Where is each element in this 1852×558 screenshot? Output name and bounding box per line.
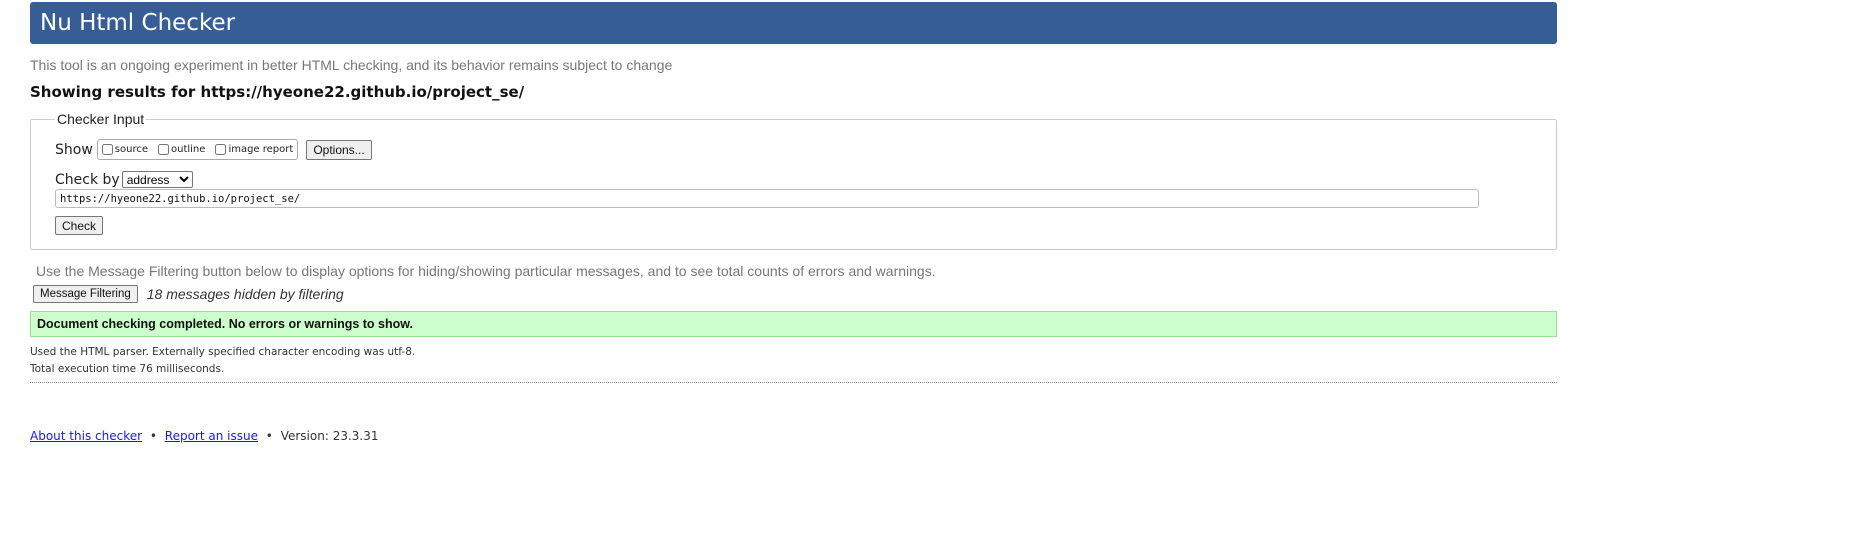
result-details: Used the HTML parser. Externally specifi… bbox=[30, 344, 1557, 383]
show-label: Show bbox=[55, 141, 93, 158]
source-option: source bbox=[101, 144, 148, 155]
image-report-option: image report bbox=[215, 144, 293, 155]
footer-separator: • bbox=[149, 429, 157, 443]
options-button[interactable]: Options... bbox=[306, 139, 372, 160]
outline-checkbox[interactable] bbox=[158, 144, 169, 155]
filtering-row: Message Filtering 18 messages hidden by … bbox=[33, 285, 1557, 303]
checker-input-fieldset: Checker Input Show source outline image … bbox=[30, 111, 1557, 250]
image-report-option-label: image report bbox=[228, 144, 294, 155]
footer: About this checker • Report an issue • V… bbox=[30, 429, 1557, 443]
outline-option-label: outline bbox=[171, 144, 206, 155]
tagline: This tool is an ongoing experiment in be… bbox=[30, 57, 673, 73]
footer-separator: • bbox=[265, 429, 273, 443]
source-checkbox[interactable] bbox=[101, 144, 113, 155]
about-checker-link[interactable]: About this checker bbox=[30, 429, 142, 443]
message-filtering-button[interactable]: Message Filtering bbox=[33, 285, 138, 303]
check-by-select[interactable]: address bbox=[121, 171, 193, 188]
header-bar: Nu Html Checker bbox=[30, 2, 1557, 44]
parser-info: Used the HTML parser. Externally specifi… bbox=[30, 346, 416, 358]
hidden-messages-count: 18 messages hidden by filtering bbox=[146, 286, 344, 302]
page-container: Nu Html Checker This tool is an ongoing … bbox=[30, 2, 1557, 443]
version-text: Version: 23.3.31 bbox=[280, 429, 379, 443]
show-options-row: Show source outline image report Options… bbox=[55, 139, 1532, 160]
url-input[interactable] bbox=[55, 189, 1479, 208]
check-button[interactable]: Check bbox=[55, 216, 104, 235]
checker-input-legend: Checker Input bbox=[57, 111, 145, 127]
report-issue-link[interactable]: Report an issue bbox=[165, 429, 258, 443]
show-options-group: source outline image report bbox=[96, 139, 299, 160]
check-by-row: Check by address bbox=[55, 171, 1532, 188]
source-option-label: source bbox=[114, 144, 148, 155]
execution-time: Total execution time 76 milliseconds. bbox=[30, 363, 225, 375]
image-report-checkbox[interactable] bbox=[215, 144, 227, 155]
showing-results-heading: Showing results for https://hyeone22.git… bbox=[30, 83, 525, 101]
page-title: Nu Html Checker bbox=[40, 10, 236, 36]
check-by-label: Check by bbox=[55, 171, 120, 188]
result-success-banner: Document checking completed. No errors o… bbox=[30, 311, 1557, 337]
filtering-info: Use the Message Filtering button below t… bbox=[36, 263, 936, 279]
outline-option: outline bbox=[158, 144, 205, 155]
